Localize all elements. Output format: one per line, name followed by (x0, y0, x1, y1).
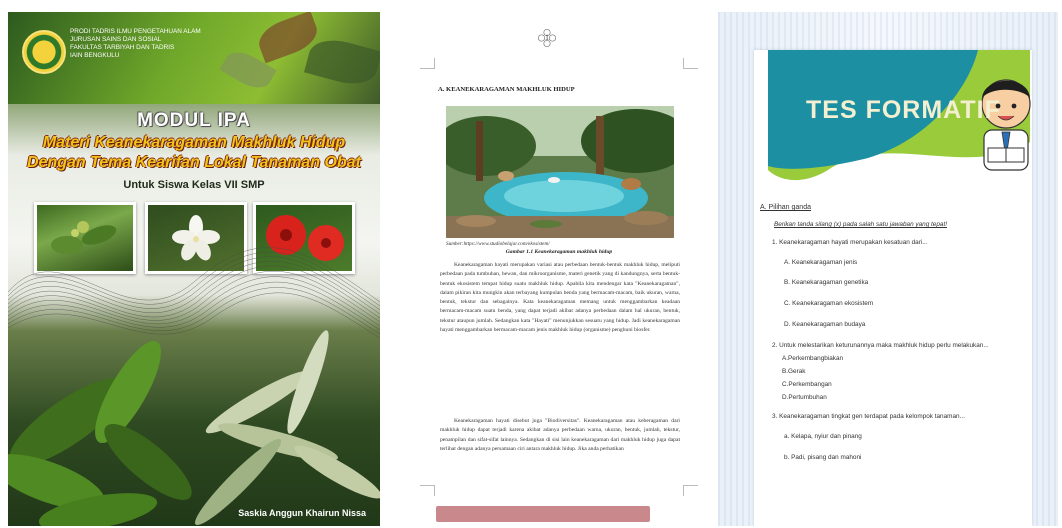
institution-line: IAIN BENGKULU (70, 52, 120, 59)
crop-mark (683, 485, 698, 496)
question-2: 2. Untuk melestarikan keturunannya maka … (772, 342, 989, 349)
institution-line: FAKULTAS TARBIYAH DAN TADRIS (70, 44, 175, 51)
body-paragraph: Keanekaragaman hayati disebut juga "Biod… (440, 418, 680, 452)
question-3: 3. Keanekaragaman tingkat gen terdapat p… (772, 413, 965, 420)
body-paragraph: Keanekaragaman hayati merupakan variasi … (440, 262, 680, 334)
module-cover-page: PRODI TADRIS ILMU PENGETAHUAN ALAM JURUS… (8, 12, 380, 526)
answer-option[interactable]: D. Keanekaragaman budaya (784, 321, 865, 328)
target-grade: Untuk Siswa Kelas VII SMP (123, 179, 265, 191)
section-title-text: A. Pilihan ganda (760, 204, 811, 211)
institution-line: JURUSAN SAINS DAN SOSIAL (70, 36, 162, 43)
crop-mark (683, 58, 698, 69)
document-page[interactable]: 1 A. KEANEKARAGAMAN MAKHLUK HIDUP Sumber… (410, 14, 708, 526)
module-subtitle-line-2: Dengan Tema Kearifan Lokal Tanaman Obat (26, 154, 361, 171)
figure-caption: Gambar 1.1 Keanekaragaman makhluk hidup (505, 249, 613, 255)
question-1: 1. Keanekaragaman hayati merupakan kesat… (772, 239, 928, 246)
page-number-value: 1 (545, 33, 549, 42)
crop-mark (420, 485, 435, 496)
page-number: 1 (537, 28, 557, 48)
section-heading: A. KEANEKARAGAMAN MAKHLUK HIDUP (438, 86, 575, 93)
quiz-instruction: Berikan tanda silang (x) pada salah satu… (774, 221, 948, 228)
section-title: A. Pilihan ganda (760, 204, 811, 211)
institution-text: PRODI TADRIS ILMU PENGETAHUAN ALAM JURUS… (70, 28, 201, 60)
answer-option[interactable]: B. Keanekaragaman genetika (784, 279, 868, 286)
biodiversity-illustration (446, 106, 674, 238)
answer-option[interactable]: C.Perkembangan (782, 381, 832, 388)
medicinal-plants-illustration (8, 330, 380, 526)
answer-option[interactable]: A.Perkembangbiakan (782, 355, 843, 362)
answer-option[interactable]: a. Kelapa, nyiur dan pinang (784, 433, 862, 440)
formative-test-page: TES FORMATIF A. Pilihan ganda Berikan ta… (718, 12, 1058, 526)
answer-option[interactable]: D.Pertumbuhan (782, 394, 827, 401)
image-source: Sumber:https://www.studiobelajar.com/eko… (446, 241, 550, 247)
answer-option[interactable]: B.Gerak (782, 368, 805, 375)
answer-option[interactable]: C. Keanekaragaman ekosistem (784, 300, 873, 307)
answer-option[interactable]: b. Padi, pisang dan mahoni (784, 454, 861, 461)
author-name: Saskia Anggun Khairun Nissa (238, 508, 366, 518)
module-subtitle-line-1: Materi Keanekaragaman Makhluk Hidup (42, 134, 346, 151)
answer-option[interactable]: A. Keanekaragaman jenis (784, 259, 857, 266)
institution-line: PRODI TADRIS ILMU PENGETAHUAN ALAM (70, 28, 201, 35)
crop-mark (420, 58, 435, 69)
banner-title: TES FORMATIF (806, 96, 1001, 124)
iain-bengkulu-logo (22, 30, 66, 74)
horizontal-scrollbar[interactable] (436, 506, 650, 522)
module-title: MODUL IPA (137, 110, 251, 131)
